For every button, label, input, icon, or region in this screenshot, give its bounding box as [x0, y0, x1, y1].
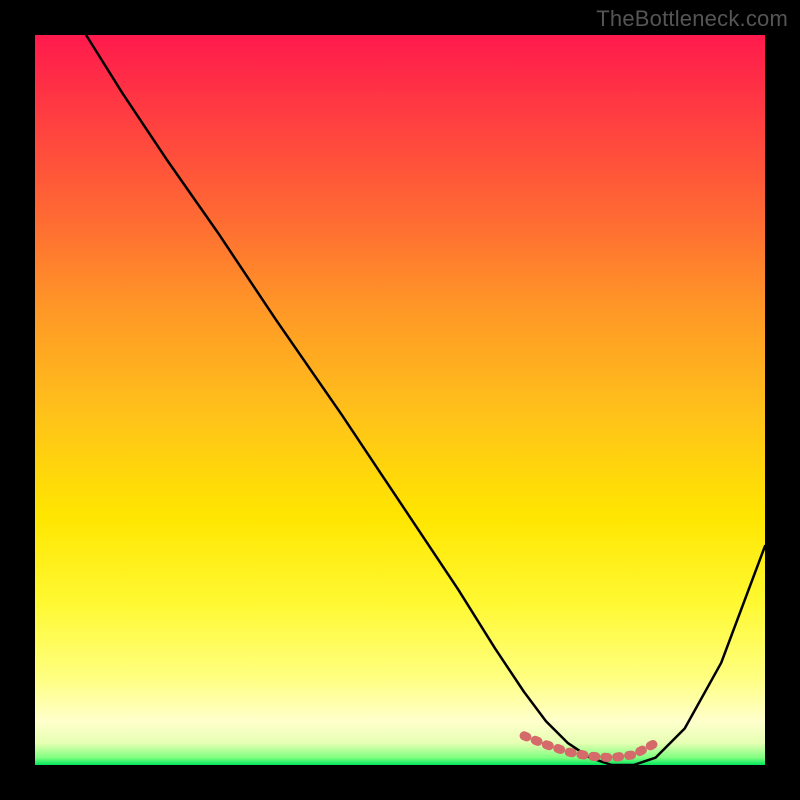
bottleneck-curve-line [86, 35, 765, 765]
watermark-text: TheBottleneck.com [596, 6, 788, 32]
optimal-zone-line [524, 736, 655, 758]
chart-svg [35, 35, 765, 765]
chart-plot-area [35, 35, 765, 765]
